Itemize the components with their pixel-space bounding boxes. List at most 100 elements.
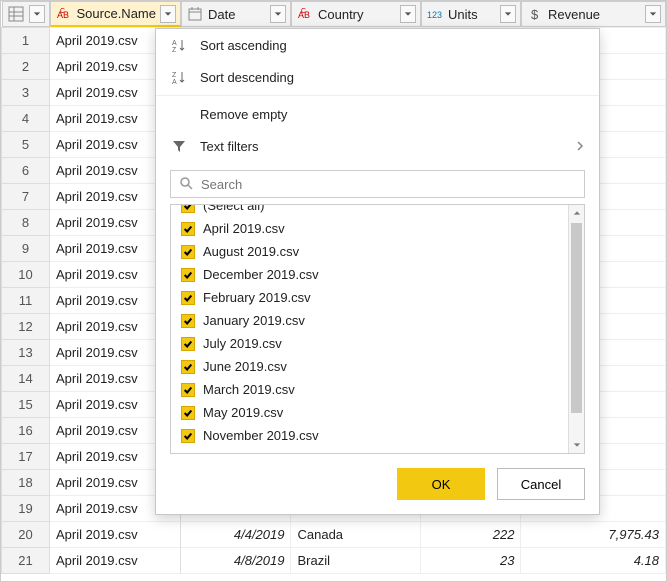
filter-value-item[interactable]: March 2019.csv <box>177 378 562 401</box>
column-header-units[interactable]: 123 Units <box>421 1 521 27</box>
scrollbar-thumb[interactable] <box>571 223 582 413</box>
filter-value-label: November 2019.csv <box>203 428 319 443</box>
cell-revenue[interactable]: 7,975.43 <box>521 522 666 548</box>
checkbox-checked-icon[interactable] <box>181 245 195 259</box>
sort-descending[interactable]: ZA Sort descending <box>156 61 599 93</box>
cancel-button[interactable]: Cancel <box>497 468 585 500</box>
search-input-wrap[interactable] <box>170 170 585 198</box>
dropdown-icon[interactable] <box>645 5 661 23</box>
sort-desc-icon: ZA <box>170 70 188 84</box>
row-number[interactable]: 12 <box>2 314 50 340</box>
row-number[interactable]: 14 <box>2 366 50 392</box>
filter-value-label: April 2019.csv <box>203 221 285 236</box>
date-type-icon <box>186 5 204 23</box>
checkbox-checked-icon[interactable] <box>181 360 195 374</box>
cell-revenue[interactable]: 4.18 <box>521 548 666 574</box>
row-number[interactable]: 2 <box>2 54 50 80</box>
column-header-revenue[interactable]: $ Revenue <box>521 1 666 27</box>
column-header-country[interactable]: ABC Country <box>291 1 421 27</box>
row-number[interactable]: 18 <box>2 470 50 496</box>
remove-empty[interactable]: Remove empty <box>156 98 599 130</box>
column-filter-panel: AZ Sort ascending ZA Sort descending Rem… <box>155 28 600 515</box>
filter-value-item[interactable]: August 2019.csv <box>177 240 562 263</box>
column-header-rownum[interactable] <box>2 1 50 27</box>
table-row[interactable]: 20April 2019.csv4/4/2019Canada2227,975.4… <box>2 522 666 548</box>
row-number[interactable]: 8 <box>2 210 50 236</box>
scrollbar[interactable] <box>568 205 584 453</box>
cell-country[interactable]: Canada <box>291 522 421 548</box>
checkbox-checked-icon[interactable] <box>181 429 195 443</box>
dropdown-icon[interactable] <box>400 5 416 23</box>
column-label: Date <box>208 7 235 22</box>
cell-source-name[interactable]: April 2019.csv <box>50 548 181 574</box>
row-number[interactable]: 19 <box>2 496 50 522</box>
search-input[interactable] <box>199 176 576 193</box>
search-icon <box>179 176 193 193</box>
row-number[interactable]: 1 <box>2 28 50 54</box>
row-number[interactable]: 7 <box>2 184 50 210</box>
row-number[interactable]: 10 <box>2 262 50 288</box>
checkbox-checked-icon[interactable] <box>181 222 195 236</box>
cell-source-name[interactable]: April 2019.csv <box>50 522 181 548</box>
dropdown-icon[interactable] <box>500 5 516 23</box>
row-number[interactable]: 5 <box>2 132 50 158</box>
cell-date[interactable]: 4/8/2019 <box>181 548 291 574</box>
filter-value-item[interactable]: May 2019.csv <box>177 401 562 424</box>
cell-units[interactable]: 222 <box>421 522 521 548</box>
checkbox-checked-icon[interactable] <box>181 337 195 351</box>
text-type-icon: ABC <box>296 5 314 23</box>
scroll-up-icon[interactable] <box>569 205 584 221</box>
row-number[interactable]: 16 <box>2 418 50 444</box>
row-number[interactable]: 20 <box>2 522 50 548</box>
cell-date[interactable]: 4/4/2019 <box>181 522 291 548</box>
row-number[interactable]: 15 <box>2 392 50 418</box>
filter-value-label: May 2019.csv <box>203 405 283 420</box>
checkbox-checked-icon[interactable] <box>181 314 195 328</box>
filter-value-item[interactable]: July 2019.csv <box>177 332 562 355</box>
row-number[interactable]: 3 <box>2 80 50 106</box>
ok-button[interactable]: OK <box>397 468 485 500</box>
chevron-right-icon <box>575 139 585 154</box>
row-number[interactable]: 17 <box>2 444 50 470</box>
row-number[interactable]: 4 <box>2 106 50 132</box>
column-header-source-name[interactable]: ABC Source.Name <box>50 1 181 27</box>
table-row[interactable]: 21April 2019.csv4/8/2019Brazil234.18 <box>2 548 666 574</box>
checkbox-checked-icon[interactable] <box>181 205 195 213</box>
filter-value-item[interactable]: April 2019.csv <box>177 217 562 240</box>
text-filters[interactable]: Text filters <box>156 130 599 162</box>
column-header-date[interactable]: Date <box>181 1 291 27</box>
column-label: Country <box>318 7 364 22</box>
filter-value-item[interactable]: November 2019.csv <box>177 424 562 447</box>
svg-text:Z: Z <box>172 72 177 79</box>
filter-value-item[interactable]: January 2019.csv <box>177 309 562 332</box>
row-number[interactable]: 13 <box>2 340 50 366</box>
table-icon <box>7 5 25 23</box>
checkbox-checked-icon[interactable] <box>181 383 195 397</box>
dropdown-icon[interactable] <box>270 5 286 23</box>
dropdown-icon[interactable] <box>29 5 45 23</box>
text-type-icon: ABC <box>55 5 73 23</box>
column-label: Source.Name <box>77 6 156 21</box>
filter-value-item[interactable]: February 2019.csv <box>177 286 562 309</box>
filter-value-item[interactable]: December 2019.csv <box>177 263 562 286</box>
svg-text:A: A <box>172 79 177 84</box>
scroll-down-icon[interactable] <box>569 437 584 453</box>
checkbox-checked-icon[interactable] <box>181 268 195 282</box>
filter-value-label: January 2019.csv <box>203 313 305 328</box>
column-label: Units <box>448 7 478 22</box>
dropdown-icon[interactable] <box>160 5 176 23</box>
row-number[interactable]: 21 <box>2 548 50 574</box>
row-number[interactable]: 11 <box>2 288 50 314</box>
checkbox-checked-icon[interactable] <box>181 406 195 420</box>
row-number[interactable]: 9 <box>2 236 50 262</box>
checkbox-checked-icon[interactable] <box>181 291 195 305</box>
filter-value-label: December 2019.csv <box>203 267 319 282</box>
filter-value-item[interactable]: June 2019.csv <box>177 355 562 378</box>
filter-values-list: (Select all) April 2019.csv August 2019.cs… <box>170 204 585 454</box>
row-number[interactable]: 6 <box>2 158 50 184</box>
filter-value-item[interactable]: (Select all) <box>177 205 562 217</box>
cell-country[interactable]: Brazil <box>291 548 421 574</box>
svg-text:Z: Z <box>172 47 177 52</box>
sort-ascending[interactable]: AZ Sort ascending <box>156 29 599 61</box>
cell-units[interactable]: 23 <box>421 548 521 574</box>
